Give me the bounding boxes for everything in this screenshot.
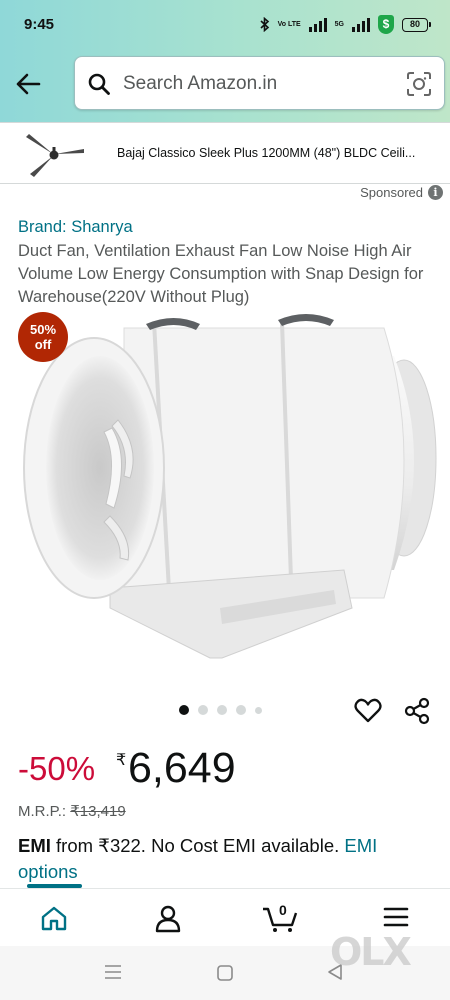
mrp-label: M.R.P.: [18,803,67,820]
sponsored-banner[interactable]: Bajaj Classico Sleek Plus 1200MM (48") B… [0,122,450,184]
search-input[interactable]: Search Amazon.in [123,73,277,95]
status-icons: Vo LTE 5G $ 80 [260,15,431,34]
account-icon[interactable] [155,905,181,933]
home-icon[interactable] [40,905,68,931]
ceiling-fan-thumbnail [26,134,84,177]
recents-icon[interactable] [104,964,122,980]
status-bar: 9:45 Vo LTE 5G $ 80 [0,0,450,52]
signal-icon-2 [352,17,370,32]
battery-icon: 80 [402,17,431,32]
product-title: Duct Fan, Ventilation Exhaust Fan Low No… [18,242,424,306]
camera-search-icon[interactable] [406,71,432,97]
volte-label: Vo LTE [277,21,301,28]
brand-link[interactable]: Brand: Shanrya [18,218,133,237]
mrp-value: ₹13,419 [70,803,126,820]
menu-icon[interactable] [383,905,409,929]
carousel-dot[interactable] [236,705,246,715]
carousel-dot[interactable] [179,705,189,715]
badge-word: off [34,337,52,352]
home-nav-icon[interactable] [216,964,234,982]
security-shield-icon: $ [378,15,394,34]
signal-icon [308,17,327,32]
discount-badge: 50% off [18,312,68,362]
search-icon [88,73,110,95]
discount-percent: -50% [18,750,96,787]
carousel-dot[interactable] [217,705,227,715]
image-carousel-dots [179,705,262,715]
search-bar[interactable]: Search Amazon.in [74,56,445,110]
badge-percent: 50% [29,322,57,337]
carousel-dot[interactable] [198,705,208,715]
header: 9:45 Vo LTE 5G $ 80 Search Amazon.in [0,0,450,122]
emi-bold: EMI [18,835,51,856]
price: 6,649 [128,744,236,792]
cart-count: 0 [279,902,287,918]
info-icon[interactable]: i [428,185,443,200]
carousel-dot[interactable] [255,706,262,714]
emi-text: from ₹322. No Cost EMI available. [50,835,345,856]
mrp: M.R.P.: ₹13,419 [18,802,126,820]
olx-watermark: OLX [330,930,412,974]
bluetooth-icon [260,17,269,32]
sponsored-label: Sponsored i [360,185,443,200]
currency-symbol: ₹ [116,752,127,769]
5g-label: 5G [334,21,344,28]
share-icon[interactable] [403,697,431,725]
product-image[interactable] [14,308,440,664]
banner-product-text[interactable]: Bajaj Classico Sleek Plus 1200MM (48") B… [117,146,415,160]
emi-info: EMI from ₹322. No Cost EMI available. EM… [18,833,438,885]
back-arrow-icon[interactable] [14,70,42,98]
status-time: 9:45 [24,16,55,33]
wishlist-heart-icon[interactable] [354,698,382,724]
